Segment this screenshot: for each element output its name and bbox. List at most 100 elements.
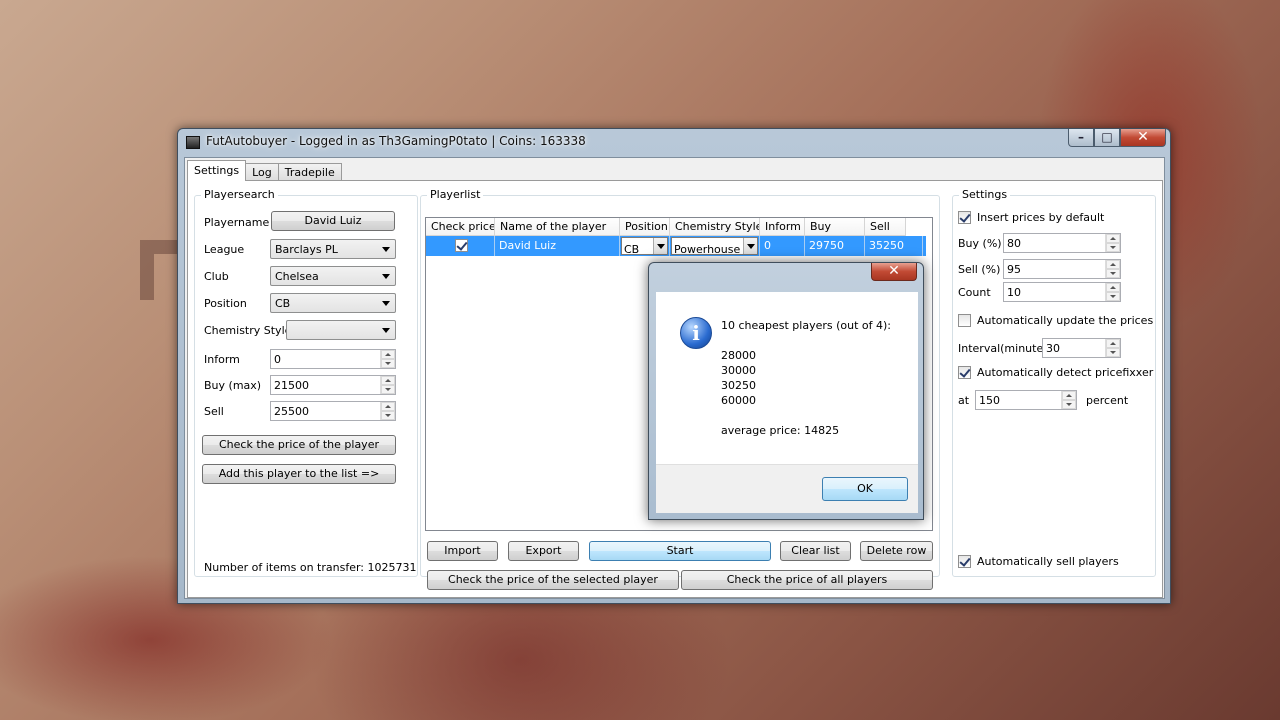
chemistry-select[interactable] — [286, 320, 396, 340]
dialog-close-button[interactable]: ✕ — [871, 263, 917, 281]
spin-up-icon[interactable] — [1106, 234, 1120, 243]
dialog-footer: OK — [656, 464, 918, 513]
price-dialog: ✕ i 10 cheapest players (out of 4): 2800… — [648, 262, 924, 520]
spin-down-icon[interactable] — [1106, 243, 1120, 252]
auto-sell-checkbox[interactable] — [958, 555, 971, 568]
auto-sell-label[interactable]: Automatically sell players — [977, 555, 1119, 568]
spin-up-icon[interactable] — [381, 350, 395, 359]
spin-up-icon[interactable] — [1106, 260, 1120, 269]
check-price-button[interactable]: Check the price of the player — [202, 435, 396, 455]
at-spinner[interactable]: 150 — [975, 390, 1077, 410]
row-chemistry-select[interactable]: Powerhouse — [671, 237, 758, 256]
inform-spinner[interactable]: 0 — [270, 349, 396, 369]
at-label: at — [958, 394, 970, 407]
start-button[interactable]: Start — [589, 541, 771, 561]
spin-down-icon[interactable] — [1106, 348, 1120, 357]
auto-update-checkbox[interactable] — [958, 314, 971, 327]
row-sell-cell[interactable]: 35250 — [865, 236, 923, 256]
count-value: 10 — [1007, 286, 1021, 299]
league-select[interactable]: Barclays PL — [270, 239, 396, 259]
minimize-icon: – — [1078, 130, 1084, 144]
interval-spinner[interactable]: 30 — [1042, 338, 1121, 358]
col-buy[interactable]: Buy — [805, 218, 865, 236]
col-chemistry[interactable]: Chemistry Style — [670, 218, 760, 236]
col-check-price[interactable]: Check price — [426, 218, 495, 236]
auto-update-label[interactable]: Automatically update the prices — [977, 314, 1153, 327]
sell-percent-value: 95 — [1007, 263, 1021, 276]
club-select[interactable]: Chelsea — [270, 266, 396, 286]
spin-up-icon[interactable] — [1062, 391, 1076, 400]
count-spinner[interactable]: 10 — [1003, 282, 1121, 302]
spin-up-icon[interactable] — [381, 376, 395, 385]
playername-label: Playername — [204, 216, 270, 229]
spin-down-icon[interactable] — [381, 359, 395, 368]
maximize-button[interactable]: □ — [1094, 129, 1120, 147]
import-button[interactable]: Import — [427, 541, 498, 561]
interval-label: Interval(minutes) — [958, 342, 1054, 355]
spin-up-icon[interactable] — [1106, 339, 1120, 348]
maximize-icon: □ — [1101, 130, 1113, 144]
close-button[interactable]: ✕ — [1120, 129, 1166, 147]
insert-prices-label[interactable]: Insert prices by default — [977, 211, 1104, 224]
buy-percent-label: Buy (%) — [958, 237, 1002, 250]
spin-down-icon[interactable] — [381, 411, 395, 420]
tab-log[interactable]: Log — [245, 163, 279, 181]
add-player-button[interactable]: Add this player to the list => — [202, 464, 396, 484]
row-position-select[interactable]: CB — [621, 237, 668, 256]
auto-detect-label[interactable]: Automatically detect pricefixxer — [977, 366, 1153, 379]
tab-settings[interactable]: Settings — [187, 160, 247, 181]
col-inform[interactable]: Inform — [760, 218, 805, 236]
export-button[interactable]: Export — [508, 541, 579, 561]
row-name-cell[interactable]: David Luiz — [495, 236, 620, 256]
dialog-average: average price: 14825 — [721, 424, 840, 437]
buy-max-spinner[interactable]: 21500 — [270, 375, 396, 395]
percent-label: percent — [1086, 394, 1129, 407]
buy-percent-spinner[interactable]: 80 — [1003, 233, 1121, 253]
ok-button[interactable]: OK — [822, 477, 908, 501]
playername-button[interactable]: David Luiz — [271, 211, 395, 231]
delete-row-button[interactable]: Delete row — [860, 541, 933, 561]
tab-tradepile[interactable]: Tradepile — [277, 163, 342, 181]
col-position[interactable]: Position — [620, 218, 670, 236]
row-buy-cell[interactable]: 29750 — [805, 236, 865, 256]
sell-percent-label: Sell (%) — [958, 263, 1001, 276]
check-selected-button[interactable]: Check the price of the selected player — [427, 570, 679, 590]
col-sell[interactable]: Sell — [865, 218, 906, 236]
buy-max-label: Buy (max) — [204, 379, 262, 392]
dialog-heading: 10 cheapest players (out of 4): — [721, 319, 892, 332]
spin-down-icon[interactable] — [1106, 292, 1120, 301]
title-bar[interactable]: FutAutobuyer - Logged in as Th3GamingP0t… — [178, 129, 1170, 155]
clear-list-button[interactable]: Clear list — [780, 541, 851, 561]
settings-group: Settings Insert prices by default Buy (%… — [952, 188, 1156, 577]
col-player-name[interactable]: Name of the player — [495, 218, 620, 236]
spin-up-icon[interactable] — [381, 402, 395, 411]
position-label: Position — [204, 297, 247, 310]
spin-down-icon[interactable] — [1062, 400, 1076, 409]
sell-label: Sell — [204, 405, 224, 418]
insert-prices-checkbox[interactable] — [958, 211, 971, 224]
spin-down-icon[interactable] — [381, 385, 395, 394]
check-all-button[interactable]: Check the price of all players — [681, 570, 933, 590]
chevron-down-icon — [653, 238, 667, 254]
row-inform-cell[interactable]: 0 — [760, 236, 805, 256]
playerlist-title: Playerlist — [427, 188, 484, 201]
minimize-button[interactable]: – — [1068, 129, 1094, 147]
at-value: 150 — [979, 394, 1000, 407]
spin-up-icon[interactable] — [1106, 283, 1120, 292]
position-value: CB — [275, 297, 291, 310]
row-check-checkbox[interactable] — [455, 239, 468, 252]
row-check-cell[interactable] — [426, 236, 495, 256]
row-chemistry-cell[interactable]: Powerhouse — [670, 236, 760, 256]
row-position-cell[interactable]: CB — [620, 236, 670, 256]
position-select[interactable]: CB — [270, 293, 396, 313]
table-row[interactable]: David Luiz CB Powerhouse 0 29750 35250 — [426, 236, 926, 256]
info-icon: i — [680, 317, 712, 349]
spin-down-icon[interactable] — [1106, 269, 1120, 278]
sell-spinner[interactable]: 25500 — [270, 401, 396, 421]
sell-percent-spinner[interactable]: 95 — [1003, 259, 1121, 279]
window-title: FutAutobuyer - Logged in as Th3GamingP0t… — [206, 134, 586, 148]
dialog-price-1: 28000 — [721, 349, 756, 362]
dialog-price-3: 30250 — [721, 379, 756, 392]
league-value: Barclays PL — [275, 243, 338, 256]
auto-detect-checkbox[interactable] — [958, 366, 971, 379]
